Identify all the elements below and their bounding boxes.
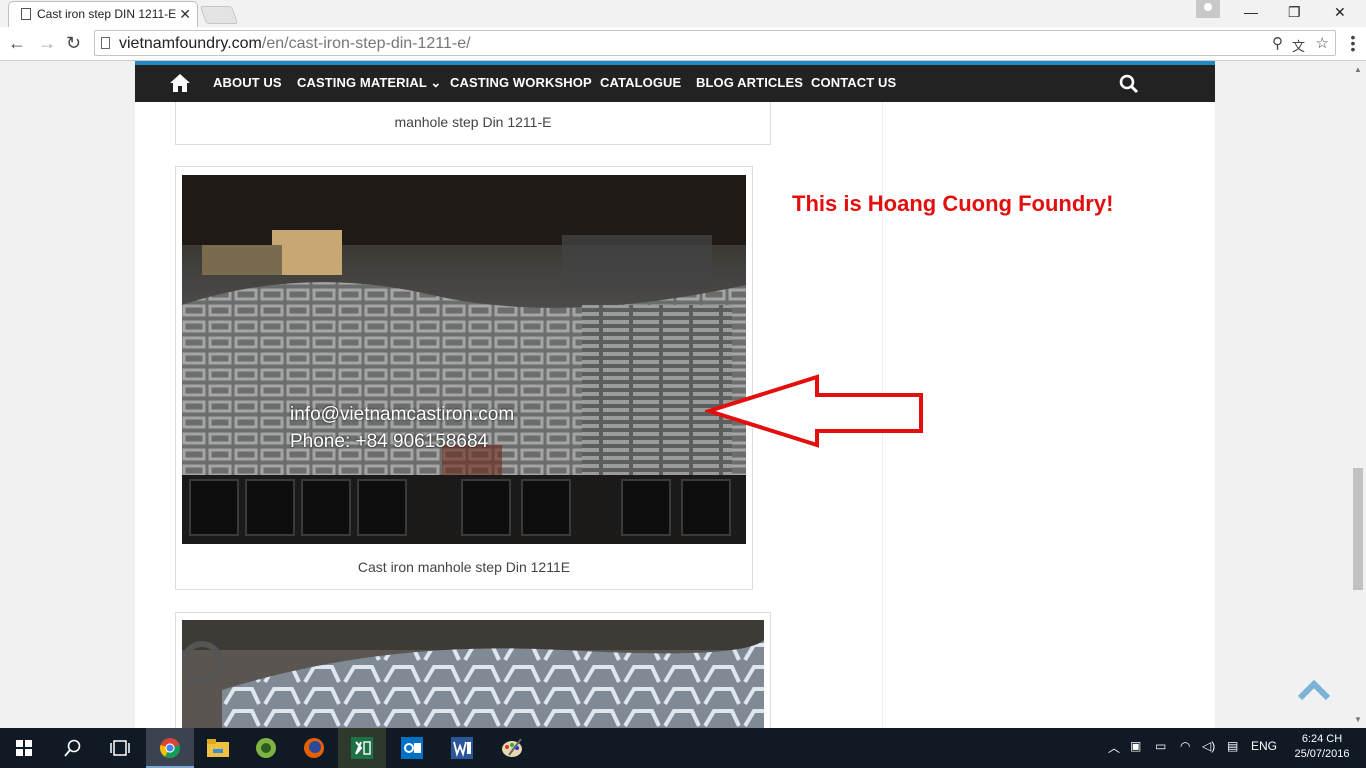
figure-bottom: [175, 612, 771, 728]
search-icon[interactable]: [64, 739, 82, 757]
outlook-icon: [401, 737, 423, 759]
taskbar-android-studio[interactable]: [242, 728, 290, 768]
page-icon: [101, 37, 110, 49]
address-bar[interactable]: vietnamfoundry.com/en/cast-iron-step-din…: [94, 30, 1336, 56]
nav-catalogue[interactable]: CATALOGUE: [600, 75, 681, 90]
folder-icon: [207, 739, 229, 757]
url-text[interactable]: vietnamfoundry.com/en/cast-iron-step-din…: [119, 35, 471, 53]
browser-titlebar: Cast iron step DIN 1211-E ✕ — ❐ ✕: [0, 0, 1366, 27]
taskbar-word[interactable]: [438, 728, 486, 768]
tray-chevron-up-icon[interactable]: ︿: [1108, 739, 1120, 756]
watermark-email: info@vietnamcastiron.com: [290, 404, 515, 425]
chrome-icon: [160, 738, 180, 758]
figure-caption: Cast iron manhole step Din 1211E: [357, 559, 571, 575]
browser-toolbar: ← → ↻ vietnamfoundry.com/en/cast-iron-st…: [0, 27, 1366, 61]
tray-app-icon[interactable]: ▣: [1130, 739, 1141, 753]
chrome-menu-icon[interactable]: • • •: [1350, 30, 1356, 56]
taskbar-clock[interactable]: 6:24 CH 25/07/2016: [1290, 732, 1354, 762]
close-window-button[interactable]: ✕: [1334, 4, 1346, 21]
taskbar-excel[interactable]: [338, 728, 386, 768]
site-navbar: ABOUT US CASTING MATERIAL ⌄ CASTING WORK…: [135, 61, 1215, 102]
product-photo-2[interactable]: [182, 620, 764, 728]
search-icon[interactable]: [1119, 74, 1139, 94]
taskbar-firefox[interactable]: [290, 728, 338, 768]
nav-casting-material[interactable]: CASTING MATERIAL ⌄: [297, 75, 441, 91]
wifi-icon[interactable]: ◠: [1180, 739, 1190, 753]
notification-icon[interactable]: ▤: [1227, 739, 1238, 753]
photo-steps-pile: [182, 620, 764, 728]
back-to-top-icon[interactable]: [1297, 678, 1331, 702]
clock-time: 6:24 CH: [1301, 733, 1343, 745]
scroll-up-icon[interactable]: ▲: [1354, 65, 1362, 74]
taskbar-chrome[interactable]: [146, 728, 194, 768]
android-studio-icon: [256, 738, 276, 758]
paint-icon: [502, 738, 522, 757]
profile-icon[interactable]: [1196, 0, 1220, 18]
scroll-down-icon[interactable]: ▼: [1354, 715, 1362, 724]
firefox-icon: [304, 738, 324, 758]
chevron-down-icon: ⌄: [430, 75, 442, 90]
browser-tab[interactable]: Cast iron step DIN 1211-E ✕: [8, 1, 198, 27]
excel-icon: [351, 737, 373, 759]
nav-contact-us[interactable]: CONTACT US: [811, 75, 896, 90]
page-scrollbar[interactable]: ▲ ▼: [1350, 61, 1366, 728]
nav-blog-articles[interactable]: BLOG ARTICLES: [696, 75, 803, 90]
tab-title: Cast iron step DIN 1211-E: [37, 7, 177, 21]
page-icon: [21, 8, 31, 20]
promo-text: This is Hoang Cuong Foundry!: [792, 191, 1114, 216]
reload-icon[interactable]: ↻: [66, 33, 81, 54]
photo-manhole-steps: [182, 175, 746, 544]
battery-icon[interactable]: ▭: [1155, 739, 1166, 753]
nav-casting-workshop[interactable]: CASTING WORKSHOP: [450, 75, 592, 90]
watermark-phone: Phone: +84 906158684: [290, 431, 489, 452]
figure-caption: manhole step Din 1211-E: [394, 114, 552, 130]
translate-icon[interactable]: 文: [1292, 36, 1305, 55]
content-area: manhole step Din 1211-E info@vietnamcast…: [135, 61, 1215, 728]
minimize-button[interactable]: —: [1244, 4, 1258, 20]
zoom-icon[interactable]: ⚲: [1272, 34, 1283, 52]
restore-button[interactable]: ❐: [1288, 4, 1301, 21]
taskbar-paint[interactable]: [488, 728, 536, 768]
clock-date: 25/07/2016: [1294, 748, 1350, 760]
tab-close-icon[interactable]: ✕: [179, 6, 191, 23]
nav-about-us[interactable]: ABOUT US: [213, 75, 282, 90]
back-icon[interactable]: ←: [8, 33, 26, 54]
task-view-icon[interactable]: [110, 740, 130, 756]
new-tab-button[interactable]: [199, 6, 239, 24]
red-arrow-annotation: [705, 374, 923, 448]
windows-start-icon[interactable]: [16, 740, 32, 756]
figure-main: info@vietnamcastiron.com Phone: +84 9061…: [175, 166, 753, 590]
product-photo[interactable]: info@vietnamcastiron.com Phone: +84 9061…: [182, 175, 746, 544]
taskbar-outlook[interactable]: [388, 728, 436, 768]
home-icon[interactable]: [169, 73, 191, 93]
bookmark-star-icon[interactable]: ☆: [1316, 34, 1329, 52]
page-viewport: manhole step Din 1211-E info@vietnamcast…: [0, 61, 1350, 728]
forward-icon[interactable]: →: [38, 33, 56, 54]
language-indicator[interactable]: ENG: [1251, 739, 1277, 753]
taskbar-file-explorer[interactable]: [194, 728, 242, 768]
windows-taskbar: ︿ ▣ ▭ ◠ ◁) ▤ ENG 6:24 CH 25/07/2016: [0, 728, 1366, 768]
volume-icon[interactable]: ◁): [1202, 739, 1215, 753]
scrollbar-thumb[interactable]: [1353, 468, 1363, 590]
word-icon: [451, 737, 473, 759]
